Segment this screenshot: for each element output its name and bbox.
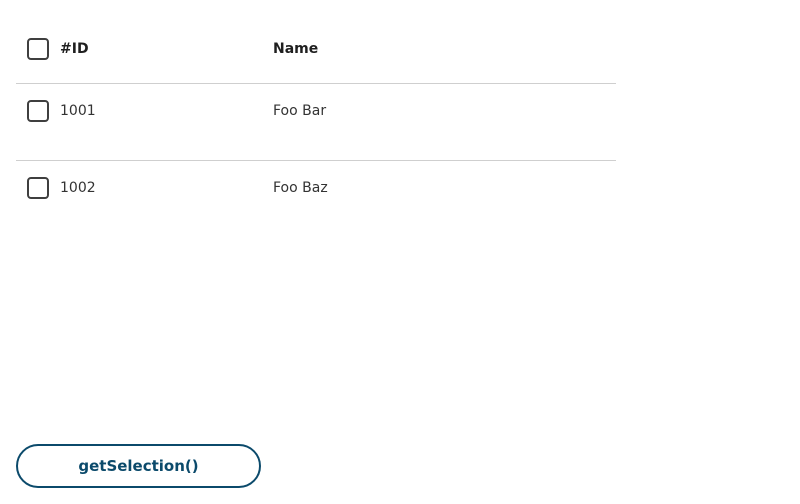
row-name: Foo Baz	[273, 180, 328, 196]
row-checkbox[interactable]	[27, 100, 49, 122]
table-row[interactable]: 1002 Foo Baz	[16, 161, 616, 237]
select-all-checkbox[interactable]	[27, 38, 49, 60]
table-row[interactable]: 1001 Foo Bar	[16, 84, 616, 161]
select-all-cell	[16, 16, 60, 60]
table-header-row: #ID Name	[16, 16, 616, 84]
row-id: 1002	[60, 180, 96, 196]
row-name: Foo Bar	[273, 103, 327, 119]
column-header-name[interactable]: Name	[273, 16, 318, 57]
page: #ID Name 1001 Foo Bar 1002 Foo Baz getSe…	[0, 0, 800, 504]
row-select-cell	[16, 161, 60, 199]
row-select-cell	[16, 84, 60, 122]
get-selection-button[interactable]: getSelection()	[16, 444, 261, 488]
column-header-id[interactable]: #ID	[60, 16, 273, 57]
selectable-table: #ID Name 1001 Foo Bar 1002 Foo Baz	[16, 16, 616, 237]
row-checkbox[interactable]	[27, 177, 49, 199]
row-id: 1001	[60, 103, 96, 119]
